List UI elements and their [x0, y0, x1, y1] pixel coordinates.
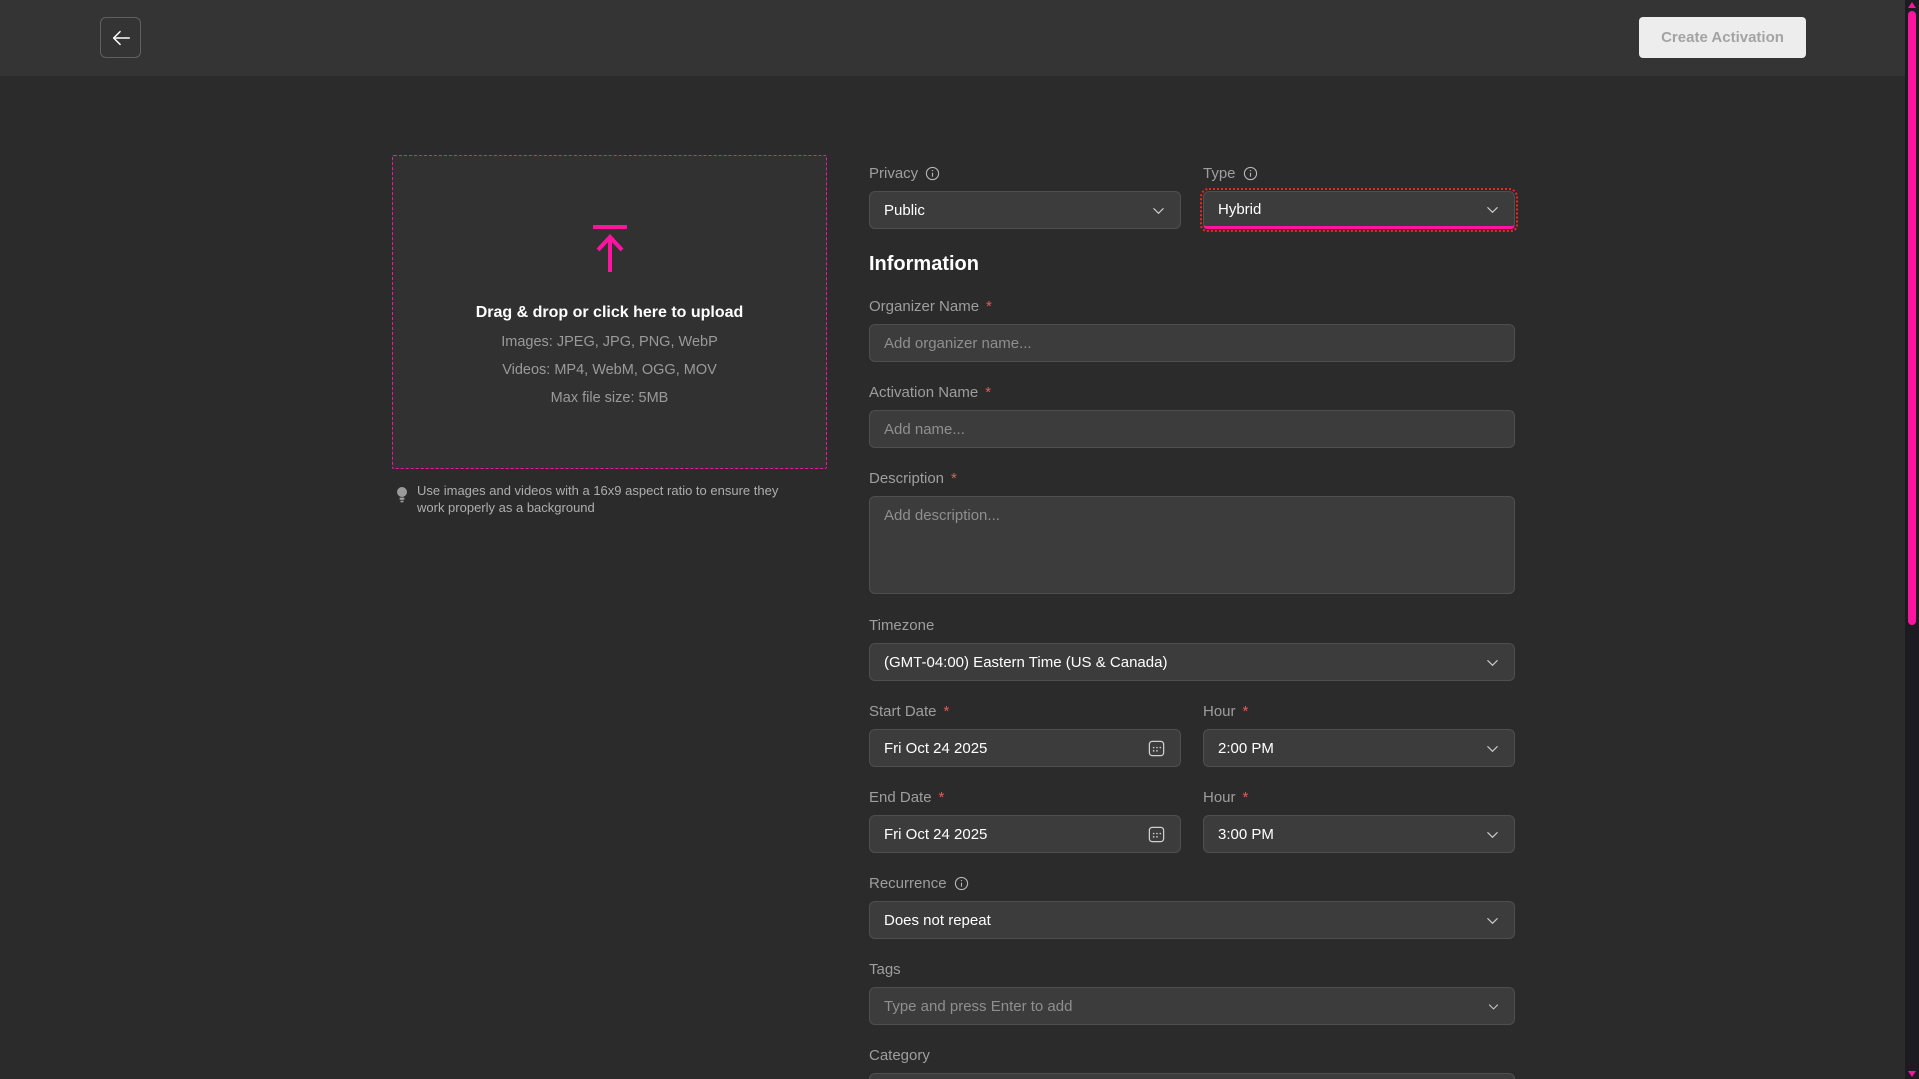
required-mark: *	[986, 298, 992, 315]
tags-input[interactable]: Type and press Enter to add	[869, 987, 1515, 1025]
recurrence-label: Recurrence	[869, 873, 1515, 893]
organizer-name-input[interactable]	[869, 324, 1515, 362]
end-hour-value: 3:00 PM	[1218, 826, 1477, 843]
dropzone-max-size: Max file size: 5MB	[551, 390, 669, 406]
timezone-label: Timezone	[869, 615, 1515, 635]
info-icon[interactable]	[954, 876, 969, 891]
start-date-value: Fri Oct 24 2025	[884, 740, 1139, 757]
end-date-label: End Date *	[869, 787, 1181, 807]
chevron-down-icon	[1487, 1000, 1500, 1013]
chevron-down-icon	[1485, 741, 1500, 756]
scroll-down-arrow-icon[interactable]	[1908, 1071, 1916, 1077]
dropzone-title: Drag & drop or click here to upload	[476, 304, 744, 322]
start-hour-value: 2:00 PM	[1218, 740, 1477, 757]
required-mark: *	[985, 384, 991, 401]
main-content: Drag & drop or click here to upload Imag…	[0, 76, 1919, 1079]
aspect-ratio-tip: Use images and videos with a 16x9 aspect…	[392, 482, 827, 517]
timezone-value: (GMT-04:00) Eastern Time (US & Canada)	[884, 654, 1477, 671]
required-mark: *	[1243, 703, 1249, 720]
chevron-down-icon	[1485, 655, 1500, 670]
required-mark: *	[1243, 789, 1249, 806]
dropzone-images-formats: Images: JPEG, JPG, PNG, WebP	[501, 334, 718, 350]
scroll-up-arrow-icon[interactable]	[1908, 2, 1916, 8]
calendar-icon	[1147, 739, 1166, 758]
organizer-name-label: Organizer Name *	[869, 296, 1515, 316]
recurrence-value: Does not repeat	[884, 912, 1477, 929]
chevron-down-icon	[1485, 913, 1500, 928]
scrollbar-thumb[interactable]	[1908, 11, 1916, 625]
description-textarea[interactable]	[869, 496, 1515, 594]
topbar: Create Activation	[0, 0, 1919, 76]
required-mark: *	[951, 470, 957, 487]
upload-arrow-icon	[587, 224, 633, 274]
activation-name-input[interactable]	[869, 410, 1515, 448]
back-button[interactable]	[100, 17, 141, 58]
upload-section: Drag & drop or click here to upload Imag…	[392, 155, 827, 517]
lightbulb-icon	[395, 482, 417, 517]
type-dropdown[interactable]: Hybrid	[1203, 191, 1515, 229]
type-value: Hybrid	[1218, 201, 1477, 218]
required-mark: *	[939, 789, 945, 806]
chevron-down-icon	[1151, 203, 1166, 218]
file-dropzone[interactable]: Drag & drop or click here to upload Imag…	[392, 155, 827, 469]
information-section-title: Information	[869, 253, 1515, 276]
end-date-picker[interactable]: Fri Oct 24 2025	[869, 815, 1181, 853]
timezone-dropdown[interactable]: (GMT-04:00) Eastern Time (US & Canada)	[869, 643, 1515, 681]
start-hour-label: Hour *	[1203, 701, 1515, 721]
dropzone-videos-formats: Videos: MP4, WebM, OGG, MOV	[502, 362, 717, 378]
start-date-picker[interactable]: Fri Oct 24 2025	[869, 729, 1181, 767]
chevron-down-icon	[1485, 202, 1500, 217]
category-label: Category	[869, 1045, 1515, 1065]
description-label: Description *	[869, 468, 1515, 488]
start-date-label: Start Date *	[869, 701, 1181, 721]
info-icon[interactable]	[925, 166, 940, 181]
calendar-icon	[1147, 825, 1166, 844]
activation-name-label: Activation Name *	[869, 382, 1515, 402]
start-hour-dropdown[interactable]: 2:00 PM	[1203, 729, 1515, 767]
privacy-dropdown[interactable]: Public	[869, 191, 1181, 229]
required-mark: *	[944, 703, 950, 720]
activation-form: Privacy Public Type	[869, 163, 1515, 1079]
tags-label: Tags	[869, 959, 1515, 979]
type-label: Type	[1203, 163, 1515, 183]
info-icon[interactable]	[1243, 166, 1258, 181]
end-date-value: Fri Oct 24 2025	[884, 826, 1139, 843]
category-dropdown[interactable]	[869, 1073, 1515, 1079]
chevron-down-icon	[1485, 827, 1500, 842]
vertical-scrollbar[interactable]	[1905, 0, 1919, 1079]
create-activation-button[interactable]: Create Activation	[1639, 17, 1806, 58]
end-hour-label: Hour *	[1203, 787, 1515, 807]
recurrence-dropdown[interactable]: Does not repeat	[869, 901, 1515, 939]
end-hour-dropdown[interactable]: 3:00 PM	[1203, 815, 1515, 853]
tip-text: Use images and videos with a 16x9 aspect…	[417, 482, 802, 517]
tags-placeholder: Type and press Enter to add	[884, 998, 1479, 1015]
privacy-label: Privacy	[869, 163, 1181, 183]
arrow-left-icon	[110, 27, 132, 49]
privacy-value: Public	[884, 202, 1143, 219]
